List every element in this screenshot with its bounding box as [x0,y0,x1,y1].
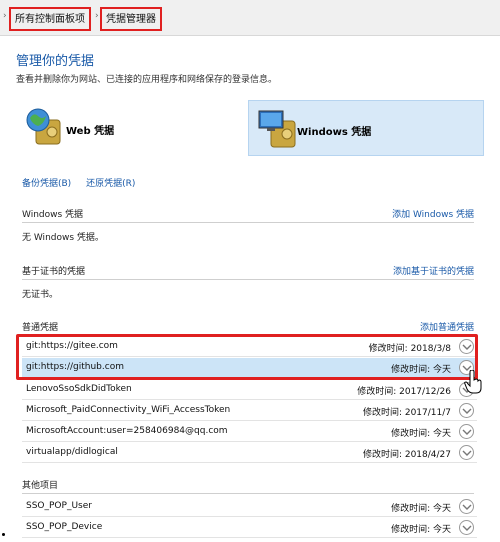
section-title: 普通凭据 [22,323,59,333]
credential-name: MicrosoftAccount:user=258406984@qq.com [26,426,228,436]
expand-chevron-icon[interactable] [459,424,474,439]
credential-name: SSO_POP_Device [26,522,103,532]
section-title: 基于证书的凭据 [22,267,86,277]
globe-safe-icon [26,108,61,145]
credential-name: git:https://github.com [26,362,124,372]
chevron-right-icon: › [3,11,7,21]
add-cert-credential-link[interactable]: 添加基于证书的凭据 [393,264,474,277]
credential-row[interactable]: SSO_POP_User 修改时间: 今天 [22,497,477,517]
section-title: 其他项目 [22,481,59,491]
breadcrumb: › 所有控制面板项 › 凭据管理器 [0,0,500,36]
expand-chevron-icon[interactable] [459,445,474,460]
action-links: 备份凭据(B) 还原凭据(R) [22,176,147,189]
credential-modified: 修改时间: 2018/3/8 [368,344,451,354]
credential-row[interactable]: virtualapp/didlogical 修改时间: 2018/4/27 [22,443,477,463]
section-title: Windows 凭据 [22,210,84,220]
cert-credentials-header: 基于证书的凭据 添加基于证书的凭据 [22,262,474,280]
credential-name: LenovoSsoSdkDidToken [26,384,132,394]
breadcrumb-item-control-panel[interactable]: 所有控制面板项 [9,7,91,31]
breadcrumb-label: 所有控制面板项 [15,14,85,25]
expand-chevron-icon[interactable] [459,403,474,418]
chevron-right-icon: › [95,11,99,21]
restore-credentials-link[interactable]: 还原凭据(R) [86,179,135,189]
windows-credentials-tab[interactable]: Windows 凭据 [248,100,484,156]
breadcrumb-item-credential-manager[interactable]: 凭据管理器 [100,7,162,31]
hand-cursor-icon [464,370,482,394]
cert-credentials-empty: 无证书。 [22,290,59,300]
credential-modified: 修改时间: 今天 [391,525,451,535]
windows-credentials-empty: 无 Windows 凭据。 [22,233,104,243]
credential-row[interactable]: git:https://gitee.com 修改时间: 2018/3/8 [22,337,477,357]
credential-row[interactable]: git:https://github.com 修改时间: 今天 [22,358,477,378]
generic-credentials-header: 普通凭据 添加普通凭据 [22,318,474,336]
expand-chevron-icon[interactable] [459,339,474,354]
type-label: Web 凭据 [66,126,115,137]
credential-row[interactable]: Microsoft_PaidConnectivity_WiFi_AccessTo… [22,401,477,421]
backup-credentials-link[interactable]: 备份凭据(B) [22,179,71,189]
credential-name: git:https://gitee.com [26,341,118,351]
credential-modified: 修改时间: 2017/11/7 [362,408,451,418]
add-windows-credential-link[interactable]: 添加 Windows 凭据 [392,207,474,220]
credential-row[interactable]: SSO_POP_Device 修改时间: 今天 [22,518,477,538]
page-description: 查看并删除你为网站、已连接的应用程序和网络保存的登录信息。 [16,75,278,85]
breadcrumb-label: 凭据管理器 [106,14,156,25]
credential-modified: 修改时间: 今天 [391,365,451,375]
credential-modified: 修改时间: 2018/4/27 [362,450,451,460]
windows-credentials-header: Windows 凭据 添加 Windows 凭据 [22,205,474,223]
add-generic-credential-link[interactable]: 添加普通凭据 [420,320,474,333]
credential-row[interactable]: MicrosoftAccount:user=258406984@qq.com 修… [22,422,477,442]
computer-safe-icon [258,110,296,148]
credential-row[interactable]: LenovoSsoSdkDidToken 修改时间: 2017/12/26 [22,380,477,400]
credential-modified: 修改时间: 今天 [391,429,451,439]
credential-name: Microsoft_PaidConnectivity_WiFi_AccessTo… [26,405,231,415]
expand-chevron-icon[interactable] [459,499,474,514]
credential-name: virtualapp/didlogical [26,447,118,457]
decorative-dot [2,533,5,536]
expand-chevron-icon[interactable] [459,520,474,535]
credential-name: SSO_POP_User [26,501,92,511]
credential-modified: 修改时间: 2017/12/26 [357,387,451,397]
type-label: Windows 凭据 [297,127,372,138]
other-items-header: 其他项目 [22,476,474,494]
credential-modified: 修改时间: 今天 [391,504,451,514]
page-title: 管理你的凭据 [16,54,95,69]
web-credentials-tab[interactable]: Web 凭据 [16,100,244,156]
